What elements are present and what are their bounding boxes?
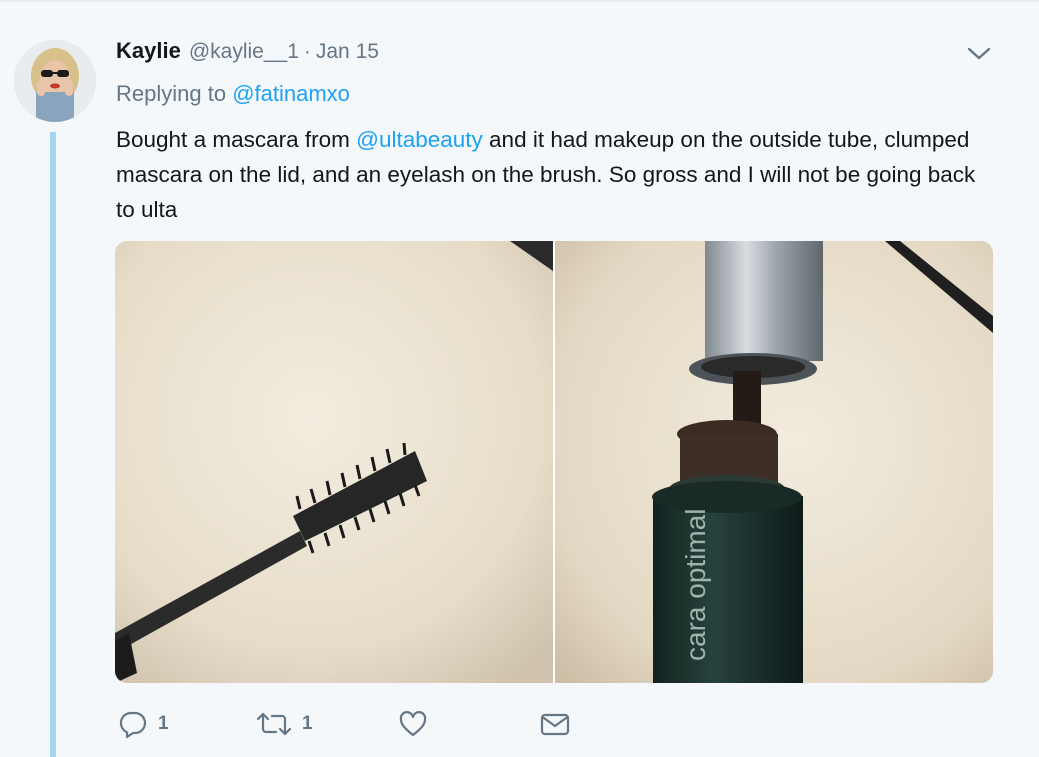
replying-to: Replying to @fatinamxo <box>116 81 350 107</box>
reply-icon <box>119 711 147 739</box>
top-divider <box>0 0 1039 2</box>
retweet-button[interactable]: 1 <box>256 706 313 742</box>
more-options-button[interactable] <box>966 44 992 62</box>
separator-dot: · <box>303 40 311 63</box>
direct-message-button[interactable] <box>540 706 570 742</box>
avatar[interactable] <box>14 40 96 122</box>
tweet-text-part1: Bought a mascara from <box>116 127 357 152</box>
tweet-header: Kaylie @kaylie__1 · Jan 15 <box>116 38 379 68</box>
replying-to-mention[interactable]: @fatinamxo <box>232 81 350 106</box>
tube-label-text: cara optimal <box>680 508 711 661</box>
reply-button[interactable]: 1 <box>118 706 169 742</box>
mascara-brush-image <box>115 241 553 683</box>
author-name[interactable]: Kaylie <box>116 38 181 64</box>
mention-link[interactable]: @ultabeauty <box>356 127 483 152</box>
avatar-image <box>14 40 96 122</box>
tweet-text: Bought a mascara from @ultabeauty and it… <box>116 122 996 227</box>
timestamp[interactable]: Jan 15 <box>316 40 379 64</box>
like-icon <box>399 711 427 737</box>
chevron-down-icon <box>967 47 991 60</box>
author-handle[interactable]: @kaylie__1 <box>189 40 299 64</box>
like-button[interactable] <box>398 706 428 742</box>
retweet-count: 1 <box>302 713 313 734</box>
retweet-icon <box>256 712 292 736</box>
photo-mascara-tube[interactable]: cara optimal <box>555 241 993 683</box>
reply-count: 1 <box>158 713 169 734</box>
thread-connector-line <box>50 132 56 757</box>
media-grid: cara optimal <box>115 241 993 683</box>
tweet-actions: 1 1 <box>118 706 578 742</box>
mascara-tube-image: cara optimal <box>555 241 993 683</box>
replying-prefix: Replying to <box>116 81 227 106</box>
photo-mascara-brush[interactable] <box>115 241 553 683</box>
direct-message-icon <box>540 713 570 736</box>
